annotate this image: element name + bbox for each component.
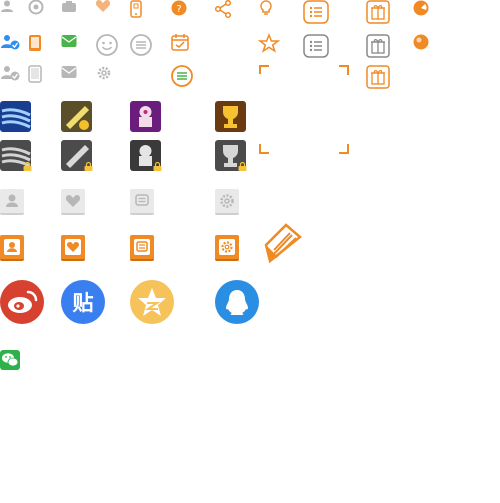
pen-icon[interactable] bbox=[262, 223, 304, 265]
medal-icon bbox=[130, 101, 161, 132]
mail-icon bbox=[61, 65, 77, 79]
chat-icon[interactable] bbox=[130, 235, 154, 261]
lock-icon bbox=[23, 161, 32, 171]
share-icon[interactable] bbox=[214, 0, 232, 19]
gear-icon bbox=[96, 65, 112, 81]
phone-icon[interactable] bbox=[130, 0, 142, 18]
calendar-check-icon[interactable] bbox=[171, 33, 189, 51]
list-icon[interactable] bbox=[303, 0, 329, 24]
gift-icon[interactable] bbox=[366, 65, 390, 89]
weibo-icon[interactable] bbox=[0, 280, 44, 324]
heart-icon[interactable] bbox=[61, 235, 85, 261]
verified-user-icon bbox=[0, 65, 20, 81]
menu-circle-icon[interactable] bbox=[130, 34, 152, 56]
medal-icon bbox=[61, 101, 92, 132]
gift-icon[interactable] bbox=[366, 34, 390, 58]
lock-icon bbox=[153, 161, 162, 171]
tablet-icon bbox=[28, 65, 42, 83]
medal-icon bbox=[0, 101, 31, 132]
user-icon[interactable] bbox=[0, 235, 24, 261]
chat-icon[interactable]: ? bbox=[171, 0, 187, 16]
lock-icon bbox=[238, 161, 247, 171]
star-icon[interactable] bbox=[257, 32, 281, 53]
lock-icon bbox=[84, 161, 93, 171]
chat-icon bbox=[130, 189, 154, 215]
camera-icon bbox=[61, 0, 77, 12]
wechat-icon[interactable] bbox=[0, 350, 20, 370]
gear-icon bbox=[215, 189, 239, 215]
tablet-icon[interactable] bbox=[28, 34, 42, 52]
gift-icon[interactable] bbox=[366, 0, 390, 24]
smile-icon[interactable] bbox=[96, 34, 118, 56]
lightbulb-icon[interactable] bbox=[259, 0, 273, 16]
heart-icon[interactable] bbox=[95, 0, 111, 12]
list-icon[interactable] bbox=[303, 34, 329, 58]
mail-icon[interactable] bbox=[61, 34, 77, 48]
user-icon bbox=[0, 189, 24, 215]
eye-icon[interactable] bbox=[28, 0, 44, 15]
crop-frame-icon bbox=[259, 65, 349, 154]
pie-icon bbox=[413, 0, 429, 16]
tieba-icon[interactable]: 贴 bbox=[61, 280, 105, 324]
verified-user-icon[interactable] bbox=[0, 34, 20, 50]
gear-icon[interactable] bbox=[215, 235, 239, 261]
qq-icon[interactable] bbox=[215, 280, 259, 324]
menu-circle-icon[interactable] bbox=[171, 65, 193, 87]
svg-text:?: ? bbox=[176, 4, 181, 15]
pie-icon bbox=[413, 34, 429, 50]
medal-icon bbox=[215, 101, 246, 132]
user-icon bbox=[0, 0, 14, 12]
qzone-icon[interactable] bbox=[130, 280, 174, 324]
heart-icon bbox=[61, 189, 85, 215]
